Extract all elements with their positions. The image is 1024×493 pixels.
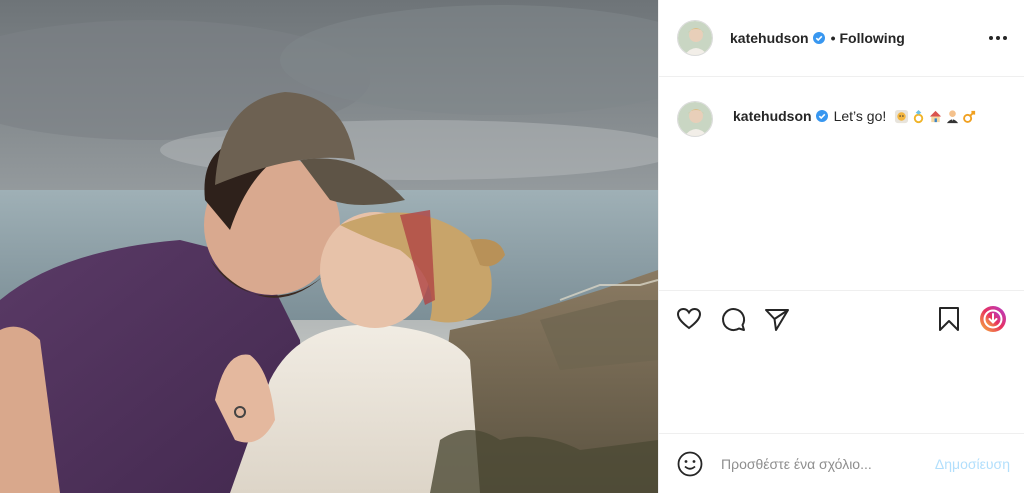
caption-text: Let’s go! [833, 108, 887, 124]
caption-line: katehudson Let’s go! [733, 108, 977, 124]
post-actions [659, 290, 1024, 350]
male-sign-emoji [963, 110, 976, 123]
bookmark-icon[interactable] [935, 305, 963, 333]
avatar[interactable] [677, 101, 713, 137]
emoji-smile-icon[interactable] [677, 451, 703, 477]
username[interactable]: katehudson [730, 30, 809, 46]
caption-comment: katehudson Let’s go! [659, 77, 1024, 290]
share-icon[interactable] [763, 305, 791, 333]
avatar-image [678, 21, 712, 55]
man-in-tuxedo-emoji [947, 110, 959, 124]
add-comment-bar: Δημοσίευση [659, 433, 1024, 493]
more-options-icon[interactable] [986, 30, 1010, 46]
post-header: katehudson • Following [659, 0, 1024, 77]
avatar[interactable] [677, 20, 713, 56]
caption-username[interactable]: katehudson [733, 108, 812, 124]
verified-icon [815, 110, 828, 122]
post-side-panel: katehudson • Following katehudson Let’s go! [658, 0, 1024, 493]
header-user-line: katehudson • Following [730, 30, 905, 46]
comment-icon[interactable] [719, 305, 747, 333]
post-comment-button[interactable]: Δημοσίευση [935, 456, 1010, 472]
post-photo[interactable] [0, 0, 658, 493]
avatar-image [678, 102, 712, 136]
house-emoji [930, 110, 942, 123]
caption-emojis [894, 109, 977, 124]
following-button[interactable]: Following [839, 30, 904, 46]
ring-emoji [913, 109, 924, 124]
woman-with-veil-emoji [895, 109, 909, 124]
separator-dot: • [830, 30, 836, 46]
verified-icon [812, 32, 825, 44]
comment-input[interactable] [721, 454, 911, 474]
couple-kissing-photo [0, 0, 658, 493]
heart-icon[interactable] [675, 305, 703, 333]
boomerang-icon[interactable] [979, 305, 1007, 333]
